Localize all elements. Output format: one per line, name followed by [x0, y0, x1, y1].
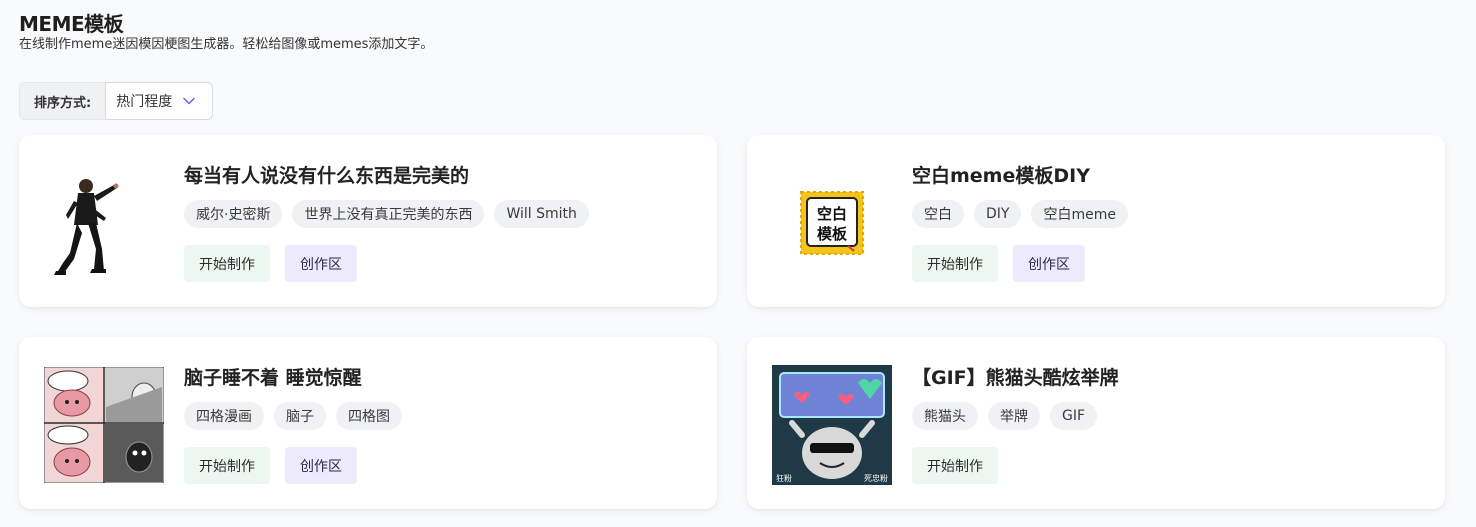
- start-making-button[interactable]: 开始制作: [184, 447, 270, 484]
- tag[interactable]: 举牌: [988, 402, 1040, 430]
- template-card: 空白 模板 空白meme模板DIY 空白 DIY 空白meme 开始制作 创作区: [747, 135, 1445, 307]
- template-card: 每当有人说没有什么东西是完美的 威尔·史密斯 世界上没有真正完美的东西 Will…: [19, 135, 717, 307]
- start-making-button[interactable]: 开始制作: [912, 245, 998, 282]
- template-content: 每当有人说没有什么东西是完美的 威尔·史密斯 世界上没有真正完美的东西 Will…: [184, 162, 697, 282]
- tag[interactable]: 空白meme: [1031, 200, 1128, 228]
- tag[interactable]: 四格图: [336, 402, 402, 430]
- template-thumbnail[interactable]: 空白 模板: [772, 163, 892, 283]
- start-making-button[interactable]: 开始制作: [184, 245, 270, 282]
- sort-control: 排序方式: 热门程度: [19, 82, 214, 120]
- creation-zone-button[interactable]: 创作区: [285, 245, 357, 282]
- card-actions: 开始制作 创作区: [184, 447, 697, 484]
- svg-text:死忠粉: 死忠粉: [864, 473, 888, 483]
- page-title: MEME模板: [19, 12, 124, 36]
- tag[interactable]: 空白: [912, 200, 964, 228]
- tag[interactable]: 脑子: [274, 402, 326, 430]
- tag[interactable]: 熊猫头: [912, 402, 978, 430]
- template-title[interactable]: 空白meme模板DIY: [912, 162, 1425, 190]
- four-panel-comic-image: [44, 367, 164, 483]
- sort-select[interactable]: 热门程度: [105, 82, 214, 120]
- start-making-button[interactable]: 开始制作: [912, 447, 998, 484]
- svg-text:模板: 模板: [817, 225, 848, 243]
- will-smith-image: [54, 179, 119, 275]
- template-card: 脑子睡不着 睡觉惊醒 四格漫画 脑子 四格图 开始制作 创作区: [19, 337, 717, 509]
- template-content: 【GIF】熊猫头酷炫举牌 熊猫头 举牌 GIF 开始制作: [912, 364, 1425, 484]
- svg-text:空白: 空白: [817, 205, 847, 223]
- card-actions: 开始制作 创作区: [912, 245, 1425, 282]
- card-actions: 开始制作 创作区: [184, 245, 697, 282]
- card-actions: 开始制作: [912, 447, 1425, 484]
- tag-list: 空白 DIY 空白meme: [912, 200, 1425, 228]
- tag[interactable]: Will Smith: [494, 200, 589, 228]
- tag[interactable]: 威尔·史密斯: [184, 200, 283, 228]
- creation-zone-button[interactable]: 创作区: [285, 447, 357, 484]
- template-content: 脑子睡不着 睡觉惊醒 四格漫画 脑子 四格图 开始制作 创作区: [184, 364, 697, 484]
- template-card: 狂粉 死忠粉 【GIF】熊猫头酷炫举牌 熊猫头 举牌 GIF 开始制作: [747, 337, 1445, 509]
- template-title[interactable]: 【GIF】熊猫头酷炫举牌: [912, 364, 1425, 392]
- sort-label: 排序方式:: [19, 82, 106, 120]
- tag-list: 熊猫头 举牌 GIF: [912, 402, 1425, 430]
- blank-template-image: 空白 模板: [800, 191, 864, 255]
- page-subtitle: 在线制作meme迷因模因梗图生成器。轻松给图像或memes添加文字。: [19, 37, 434, 52]
- template-thumbnail[interactable]: [44, 163, 164, 283]
- template-thumbnail[interactable]: [44, 365, 164, 485]
- template-content: 空白meme模板DIY 空白 DIY 空白meme 开始制作 创作区: [912, 162, 1425, 282]
- sort-selected-value: 热门程度: [116, 94, 173, 110]
- page-header: MEME模板 在线制作meme迷因模因梗图生成器。轻松给图像或memes添加文字…: [19, 12, 433, 54]
- tag[interactable]: DIY: [974, 200, 1022, 228]
- chevron-down-icon: [182, 94, 196, 108]
- svg-text:狂粉: 狂粉: [776, 473, 792, 483]
- template-title[interactable]: 每当有人说没有什么东西是完美的: [184, 162, 697, 190]
- panda-head-sign-image: 狂粉 死忠粉: [772, 365, 892, 485]
- tag-list: 四格漫画 脑子 四格图: [184, 402, 697, 430]
- creation-zone-button[interactable]: 创作区: [1013, 245, 1085, 282]
- tag[interactable]: GIF: [1050, 402, 1098, 430]
- tag-list: 威尔·史密斯 世界上没有真正完美的东西 Will Smith: [184, 200, 697, 228]
- template-title[interactable]: 脑子睡不着 睡觉惊醒: [184, 364, 697, 392]
- template-thumbnail[interactable]: 狂粉 死忠粉: [772, 365, 892, 485]
- tag[interactable]: 四格漫画: [184, 402, 264, 430]
- tag[interactable]: 世界上没有真正完美的东西: [292, 200, 485, 228]
